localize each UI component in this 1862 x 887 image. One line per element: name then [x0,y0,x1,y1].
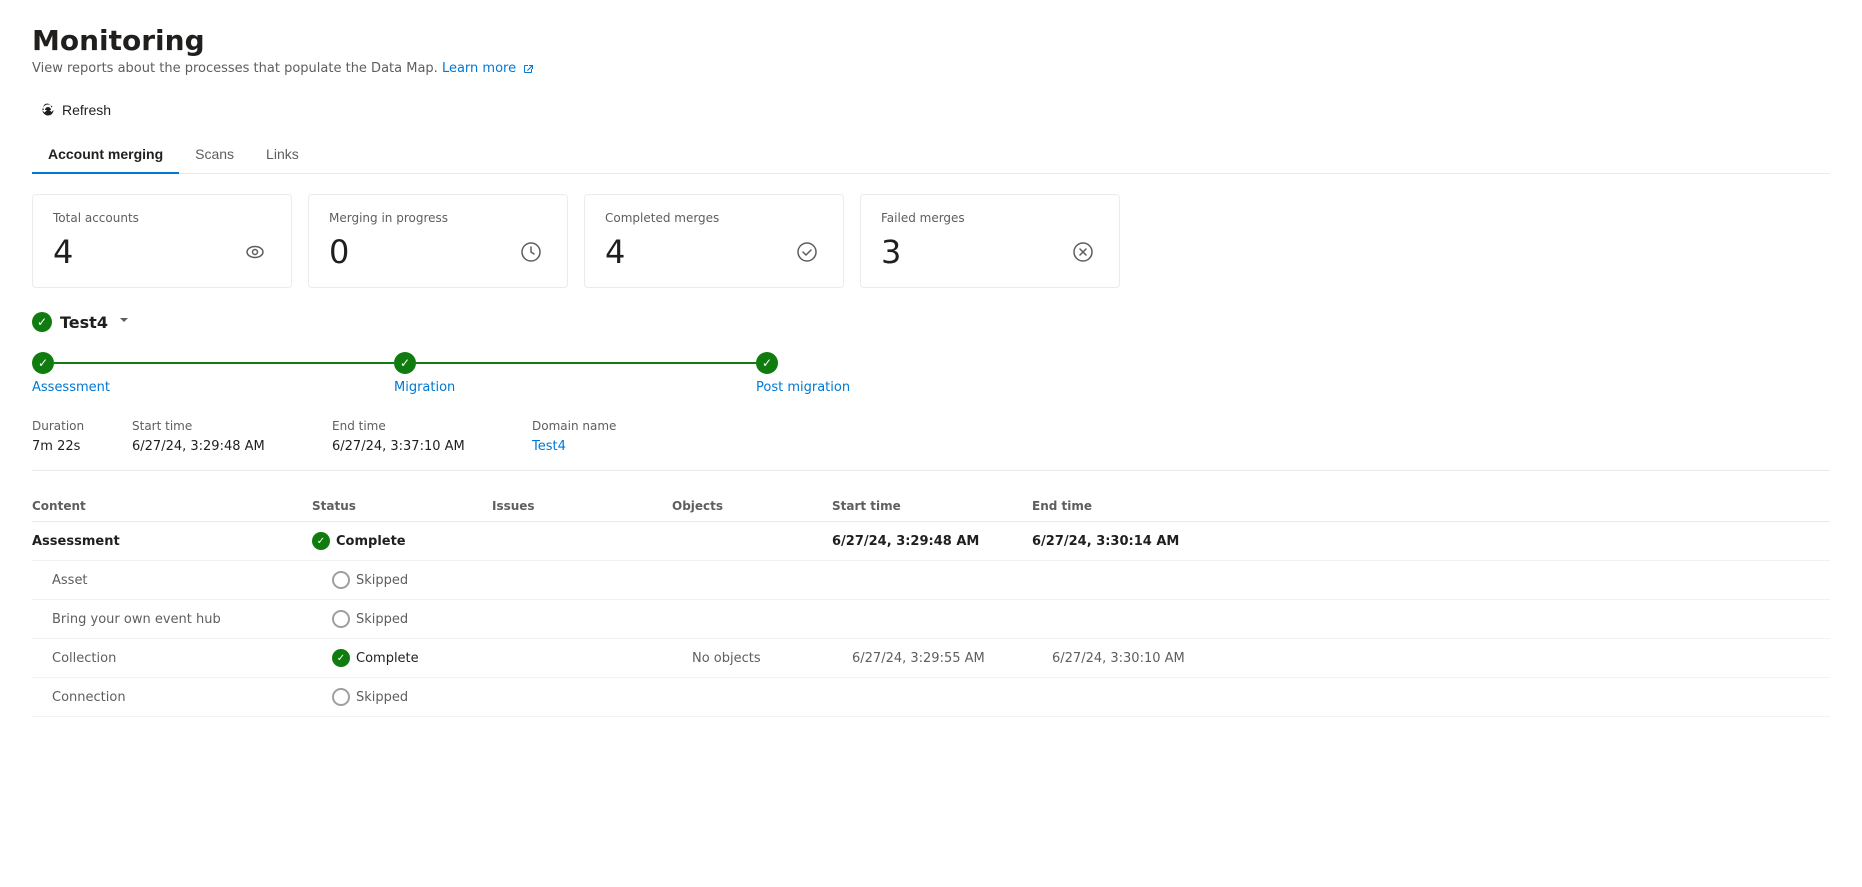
col-content: Content [32,499,312,513]
stat-value-total: 4 [53,233,73,271]
info-grid: Duration 7m 22s Start time 6/27/24, 3:29… [32,419,1830,471]
duration-label: Duration [32,419,132,433]
eye-icon [239,236,271,268]
migration-step-dot: ✓ [394,352,416,374]
page-title: Monitoring [32,24,1830,57]
page-subtitle: View reports about the processes that po… [32,61,1830,76]
stat-label-total: Total accounts [53,211,271,225]
table-row: Assessment ✓ Complete 6/27/24, 3:29:48 A… [32,522,1830,561]
section-status-icon: ✓ [32,312,52,332]
stat-label-merging: Merging in progress [329,211,547,225]
stat-card-failed: Failed merges 3 [860,194,1120,288]
section-name: Test4 [60,313,108,332]
stat-value-merging: 0 [329,233,349,271]
status-complete: ✓ Complete [332,649,512,667]
chevron-down-icon[interactable] [116,312,132,332]
skipped-icon [332,610,350,628]
stat-card-total-accounts: Total accounts 4 [32,194,292,288]
main-page: Monitoring View reports about the proces… [0,0,1862,887]
stat-label-failed: Failed merges [881,211,1099,225]
sync-icon [515,236,547,268]
tab-links[interactable]: Links [250,136,315,174]
row-end: 6/27/24, 3:30:14 AM [1032,534,1232,549]
duration-value: 7m 22s [32,439,132,454]
step-post-migration: ✓ Post migration [756,352,850,395]
col-objects: Objects [672,499,832,513]
end-time-label: End time [332,419,532,433]
assessment-step-dot: ✓ [32,352,54,374]
domain-value[interactable]: Test4 [532,439,732,454]
step-assessment: ✓ Assessment [32,352,394,395]
row-content: Connection [52,690,332,705]
stats-row: Total accounts 4 Merging in progress 0 [32,194,1830,288]
table-row: Collection ✓ Complete No objects 6/27/24… [32,639,1830,678]
post-migration-step-label: Post migration [756,380,850,395]
row-content: Asset [52,573,332,588]
col-start-time: Start time [832,499,1032,513]
migration-step-label: Migration [394,380,455,395]
col-end-time: End time [1032,499,1232,513]
table-header: Content Status Issues Objects Start time… [32,491,1830,522]
tab-account-merging[interactable]: Account merging [32,136,179,174]
skipped-icon [332,571,350,589]
x-circle-icon [1067,236,1099,268]
check-circle-icon [791,236,823,268]
start-time-label: Start time [132,419,332,433]
assessment-step-label: Assessment [32,380,110,395]
start-time-value: 6/27/24, 3:29:48 AM [132,439,332,454]
row-content: Assessment [32,534,312,549]
step-migration: ✓ Migration [394,352,756,395]
row-objects: No objects [692,651,852,666]
skipped-icon [332,688,350,706]
row-end: 6/27/24, 3:30:10 AM [1052,651,1252,666]
status-skipped: Skipped [332,688,512,706]
step-line-2 [416,362,756,364]
tabs-bar: Account merging Scans Links [32,136,1830,174]
stat-card-merging-progress: Merging in progress 0 [308,194,568,288]
refresh-icon [40,102,56,118]
table-row: Asset Skipped [32,561,1830,600]
row-content: Bring your own event hub [52,612,332,627]
progress-steps: ✓ Assessment ✓ Migration ✓ Post migratio… [32,352,1830,395]
col-issues: Issues [492,499,672,513]
col-status: Status [312,499,492,513]
status-skipped: Skipped [332,571,512,589]
post-migration-step-dot: ✓ [756,352,778,374]
tab-scans[interactable]: Scans [179,136,250,174]
row-start: 6/27/24, 3:29:48 AM [832,534,1032,549]
content-table: Content Status Issues Objects Start time… [32,491,1830,717]
stat-label-completed: Completed merges [605,211,823,225]
stat-card-completed: Completed merges 4 [584,194,844,288]
status-skipped: Skipped [332,610,512,628]
complete-icon: ✓ [332,649,350,667]
learn-more-link[interactable]: Learn more [442,61,534,76]
end-time-value: 6/27/24, 3:37:10 AM [332,439,532,454]
domain-label: Domain name [532,419,732,433]
table-row: Bring your own event hub Skipped [32,600,1830,639]
stat-value-failed: 3 [881,233,901,271]
table-row: Connection Skipped [32,678,1830,717]
refresh-button[interactable]: Refresh [32,96,119,124]
row-content: Collection [52,651,332,666]
status-complete: ✓ Complete [312,532,492,550]
row-start: 6/27/24, 3:29:55 AM [852,651,1052,666]
toolbar: Refresh [32,96,1830,124]
step-line-1 [54,362,394,364]
stat-value-completed: 4 [605,233,625,271]
section-header: ✓ Test4 [32,312,1830,332]
complete-icon: ✓ [312,532,330,550]
